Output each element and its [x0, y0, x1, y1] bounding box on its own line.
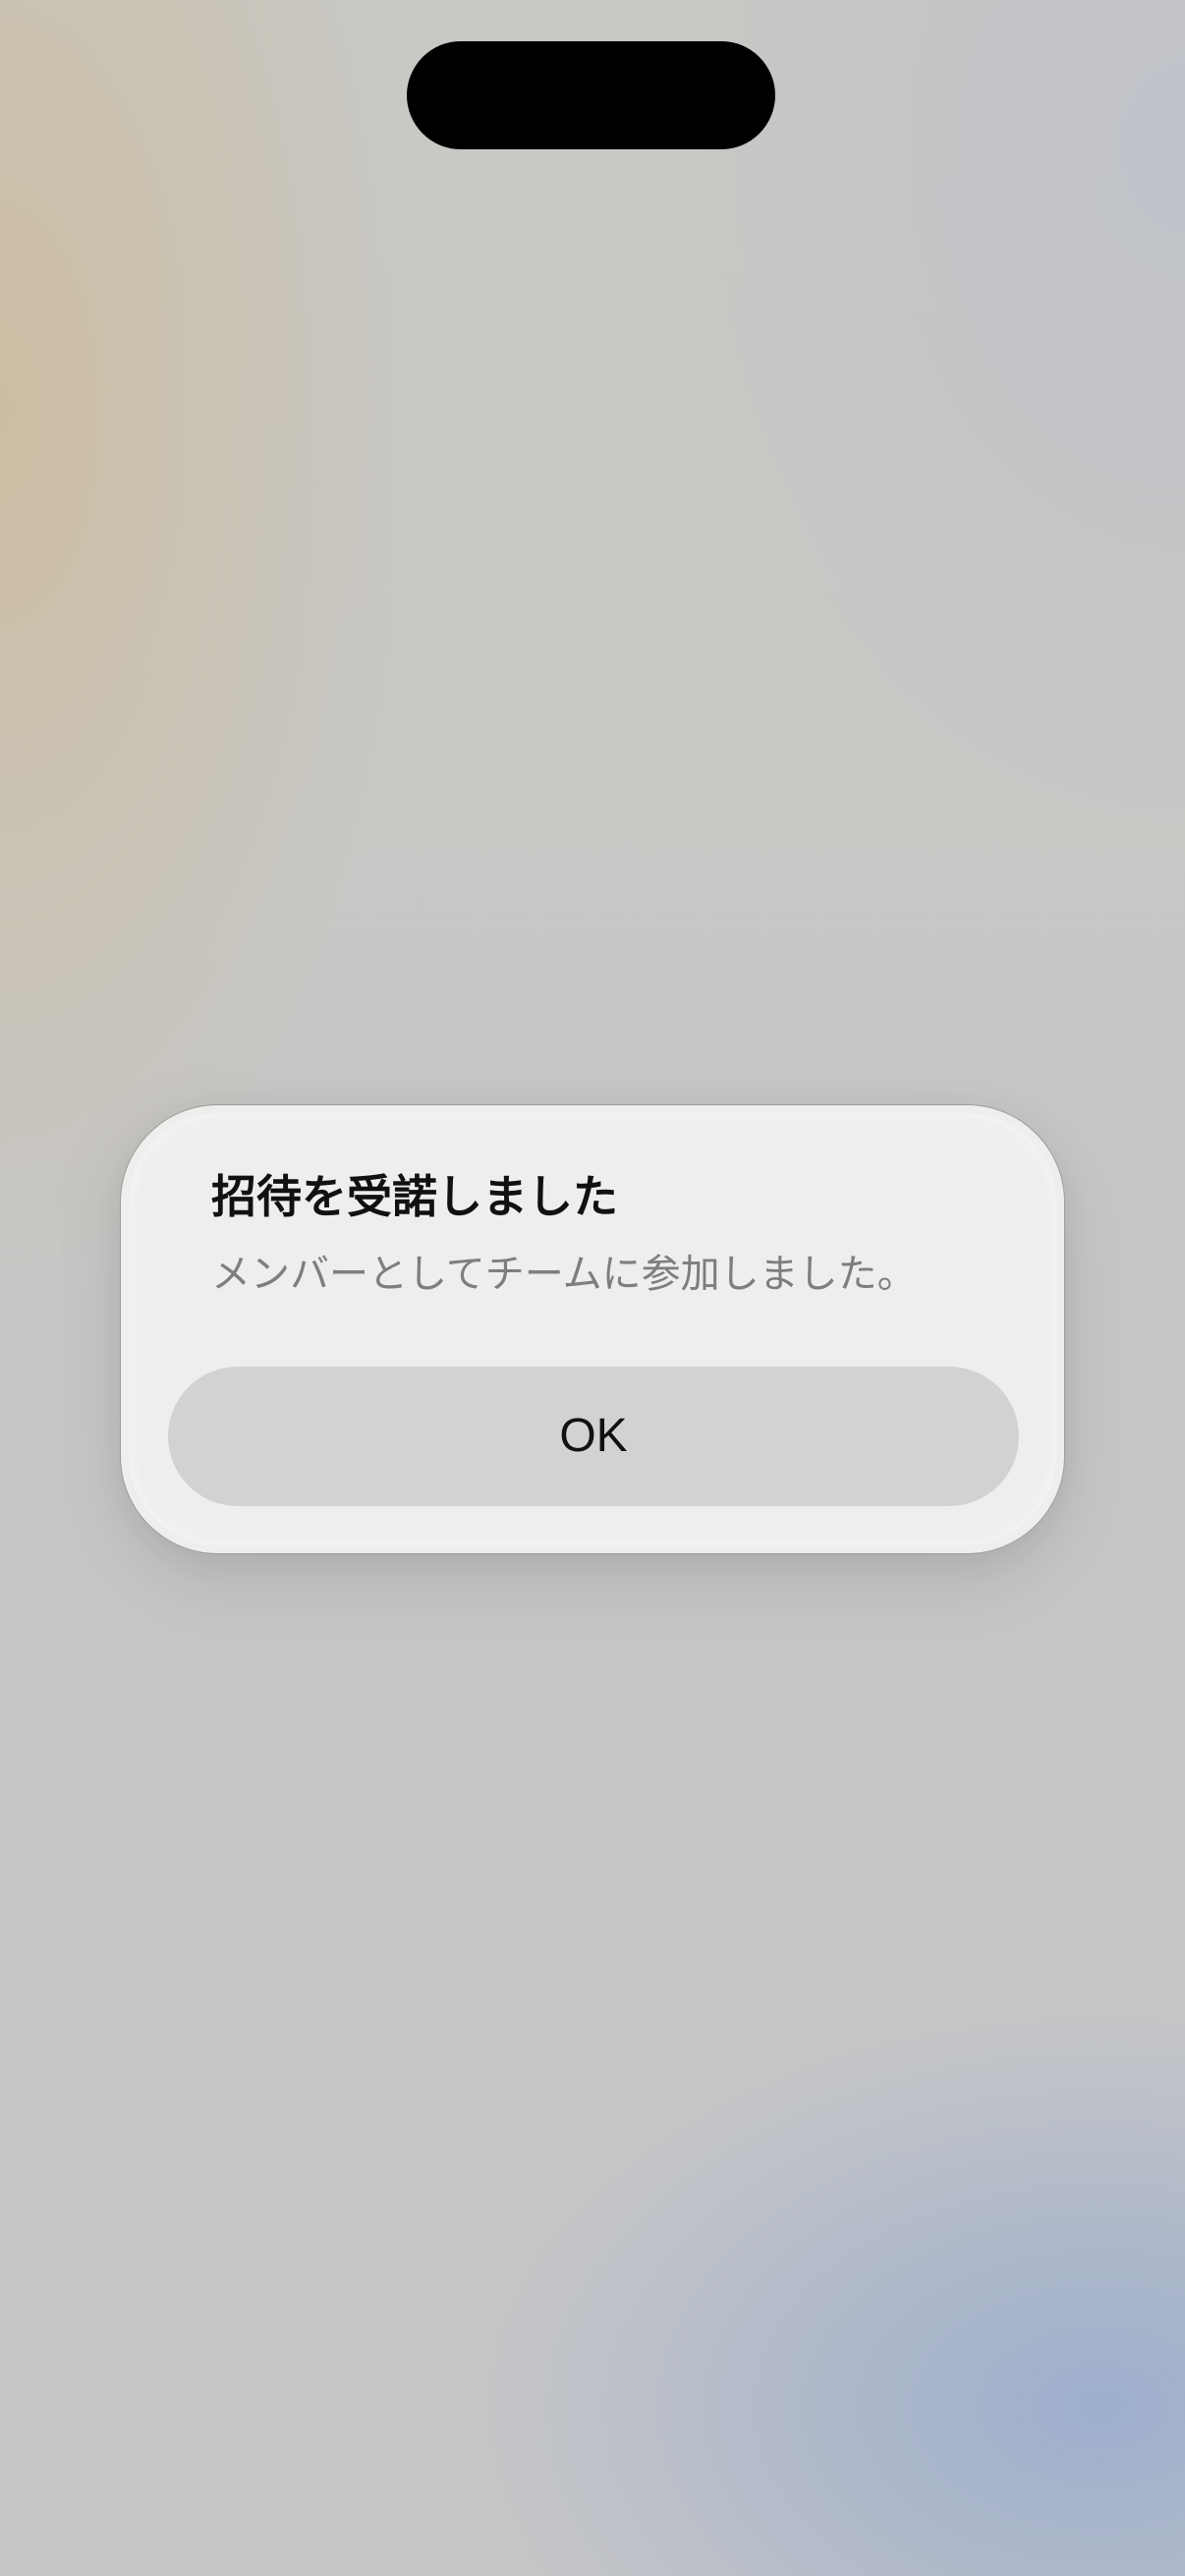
alert-title: 招待を受諾しました — [211, 1170, 618, 1223]
alert-message: メンバーとしてチームに参加しました。 — [211, 1252, 917, 1297]
dynamic-island — [407, 41, 775, 149]
ok-button-label: OK — [559, 1410, 628, 1462]
alert-dialog: 招待を受諾しました メンバーとしてチームに参加しました。 OK — [120, 1104, 1065, 1554]
ok-button[interactable]: OK — [168, 1367, 1019, 1506]
